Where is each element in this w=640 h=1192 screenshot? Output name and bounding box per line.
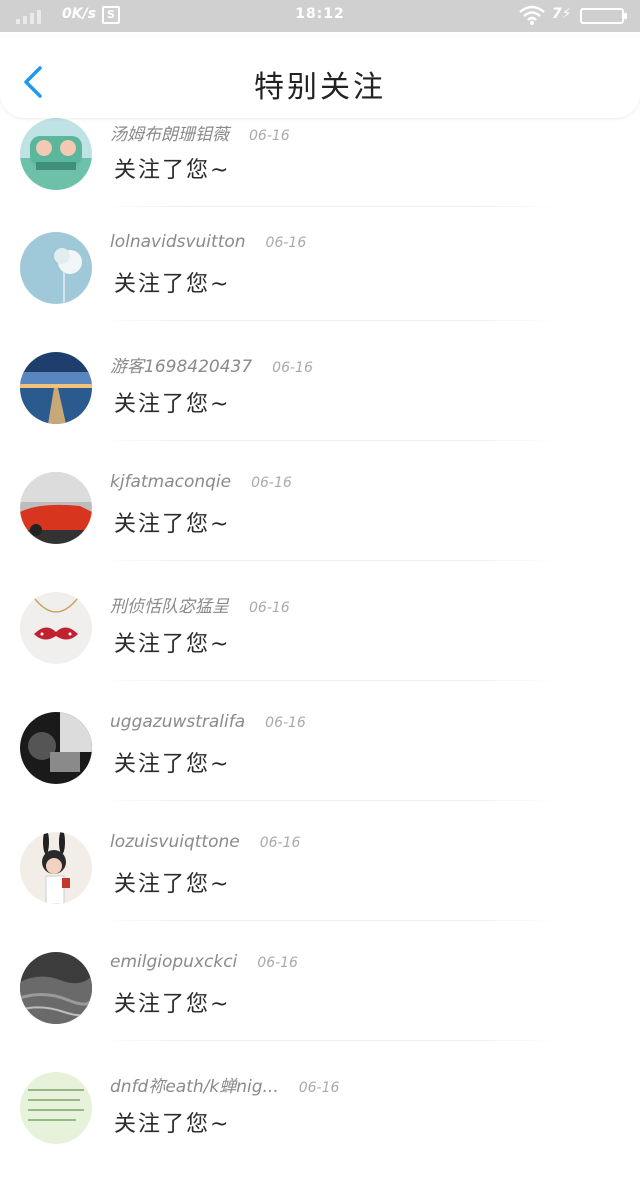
follow-message: 关注了您~	[114, 992, 231, 1017]
user-name[interactable]: uggazuwstralifa	[110, 712, 245, 732]
divider	[100, 680, 560, 681]
list-item[interactable]: 刑侦恬队宓猛呈 06-16 关注了您~	[0, 592, 640, 712]
follow-message: 关注了您~	[114, 272, 231, 297]
follow-message: 关注了您~	[114, 872, 231, 897]
list-item[interactable]: 汤姆布朗珊钼薇 06-16 关注了您~	[0, 118, 640, 238]
follow-list: 汤姆布朗珊钼薇 06-16 关注了您~ lolnavidsvuitton 06-…	[0, 0, 640, 1144]
list-item[interactable]: emilgiopuxckci 06-16 关注了您~	[0, 952, 640, 1072]
user-name[interactable]: 汤姆布朗珊钼薇	[110, 120, 229, 145]
divider	[100, 920, 560, 921]
avatar[interactable]	[20, 952, 92, 1024]
avatar[interactable]	[20, 232, 92, 304]
divider	[100, 206, 560, 207]
list-item[interactable]: dnfd祢eath/k蝉nig... 06-16 关注了您~	[0, 1072, 640, 1192]
follow-date: 06-16	[265, 235, 307, 251]
avatar[interactable]	[20, 352, 92, 424]
follow-date: 06-16	[251, 475, 292, 491]
avatar[interactable]	[20, 118, 92, 190]
avatar[interactable]	[20, 832, 92, 904]
follow-message: 关注了您~	[114, 392, 231, 417]
avatar[interactable]	[20, 472, 92, 544]
list-item[interactable]: lozuisvuiqttone 06-16 关注了您~	[0, 832, 640, 952]
user-name[interactable]: dnfd祢eath/k蝉nig...	[110, 1072, 279, 1097]
user-name[interactable]: 游客1698420437	[110, 352, 252, 377]
avatar[interactable]	[20, 592, 92, 664]
follow-date: 06-16	[272, 360, 313, 376]
divider	[100, 800, 560, 801]
list-item[interactable]: 游客1698420437 06-16 关注了您~	[0, 352, 640, 472]
follow-date: 06-16	[249, 600, 290, 616]
user-name[interactable]: lolnavidsvuitton	[110, 232, 246, 252]
follow-message: 关注了您~	[114, 632, 231, 657]
divider	[100, 560, 560, 561]
avatar[interactable]	[20, 1072, 92, 1144]
follow-date: 06-16	[298, 1080, 340, 1096]
divider	[100, 440, 560, 441]
user-name[interactable]: kjfatmaconqie	[110, 472, 231, 492]
list-item[interactable]: uggazuwstralifa 06-16 关注了您~	[0, 712, 640, 832]
page-title: 特别关注	[254, 70, 386, 105]
follow-date: 06-16	[257, 955, 298, 971]
list-item[interactable]: lolnavidsvuitton 06-16 关注了您~	[0, 232, 640, 352]
follow-date: 06-16	[259, 835, 301, 851]
follow-date: 06-16	[265, 715, 306, 731]
user-name[interactable]: 刑侦恬队宓猛呈	[110, 592, 229, 617]
user-name[interactable]: emilgiopuxckci	[110, 952, 237, 972]
follow-message: 关注了您~	[114, 512, 231, 537]
avatar[interactable]	[20, 712, 92, 784]
user-name[interactable]: lozuisvuiqttone	[110, 832, 240, 852]
divider	[100, 1040, 560, 1041]
list-item[interactable]: kjfatmaconqie 06-16 关注了您~	[0, 472, 640, 592]
app-header: 特别关注	[0, 36, 640, 118]
follow-message: 关注了您~	[114, 752, 231, 777]
follow-message: 关注了您~	[114, 158, 231, 183]
follow-date: 06-16	[249, 128, 290, 144]
divider	[100, 320, 560, 321]
follow-message: 关注了您~	[114, 1112, 231, 1137]
